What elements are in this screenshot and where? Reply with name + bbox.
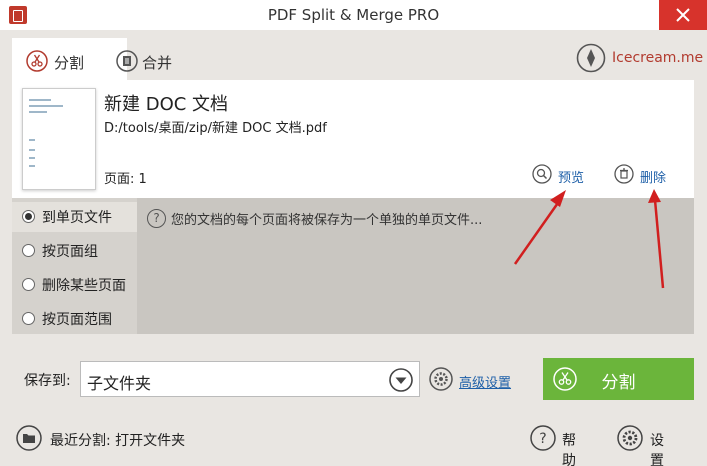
arrow-to-delete [648,189,665,289]
app-window: PDF Split & Merge PRO 分割 合并 Icecream.me [0,0,707,466]
annotation-arrows [513,189,665,289]
arrow-to-preview [513,190,566,265]
